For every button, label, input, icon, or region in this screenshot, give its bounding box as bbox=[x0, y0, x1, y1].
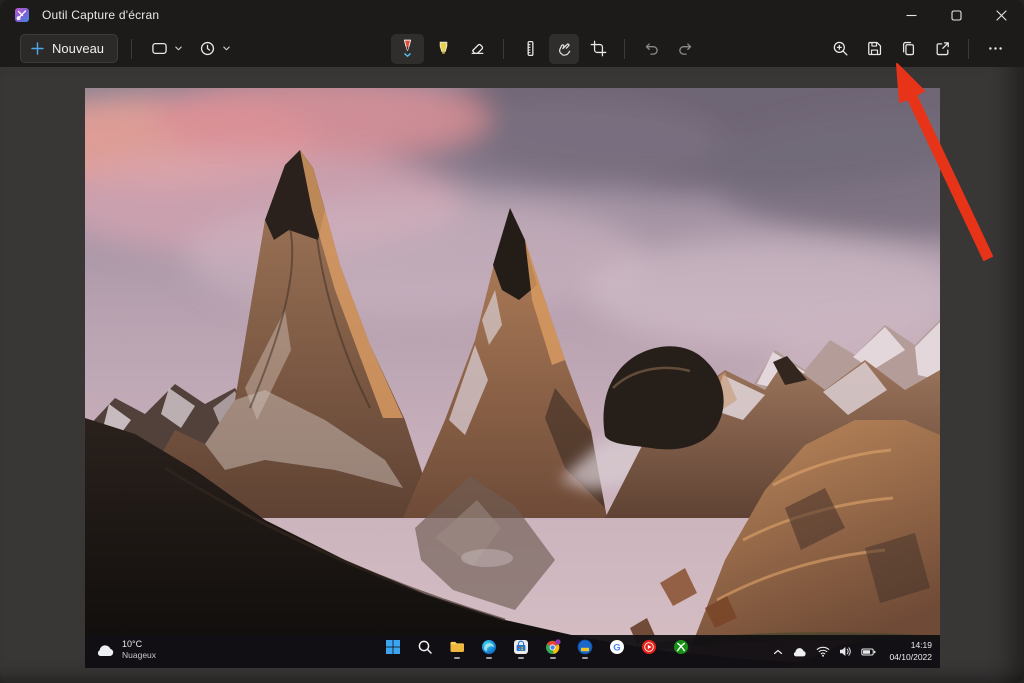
redo-icon bbox=[677, 40, 694, 57]
mountain-landscape-image bbox=[85, 88, 940, 668]
eraser-button[interactable] bbox=[462, 34, 492, 64]
highlighter-button[interactable] bbox=[428, 34, 458, 64]
tray-time: 14:19 bbox=[889, 640, 932, 651]
magnifier-plus-icon bbox=[832, 40, 849, 57]
canvas-area: 10°C Nuageux bbox=[0, 67, 1024, 683]
separator bbox=[131, 39, 132, 59]
weather-condition: Nuageux bbox=[122, 650, 156, 661]
undo-button[interactable] bbox=[636, 34, 666, 64]
clock-icon bbox=[199, 40, 216, 57]
wifi-icon bbox=[816, 646, 830, 657]
volume-icon bbox=[839, 646, 852, 657]
chevron-down-icon bbox=[174, 44, 183, 53]
highlighter-icon bbox=[435, 40, 452, 57]
ruler-button[interactable] bbox=[515, 34, 545, 64]
youtube-music-icon bbox=[640, 639, 657, 659]
ellipsis-icon bbox=[987, 40, 1004, 57]
save-icon bbox=[866, 40, 883, 57]
ruler-icon bbox=[522, 40, 539, 57]
copy-icon bbox=[900, 40, 917, 57]
chevron-down-icon bbox=[222, 44, 231, 53]
touch-writing-icon bbox=[556, 40, 573, 57]
separator bbox=[503, 39, 504, 59]
system-tray: 14:19 04/10/2022 bbox=[773, 635, 932, 668]
minimize-button[interactable] bbox=[889, 0, 934, 30]
onedrive-cloud-icon bbox=[792, 647, 807, 657]
weather-temperature: 10°C bbox=[122, 639, 156, 650]
new-snip-button[interactable]: Nouveau bbox=[20, 34, 118, 63]
copy-button[interactable] bbox=[893, 34, 923, 64]
separator bbox=[624, 39, 625, 59]
tray-clock: 14:19 04/10/2022 bbox=[889, 640, 932, 662]
ballpoint-pen-icon bbox=[399, 38, 416, 59]
taskbar-app-icons: G bbox=[384, 639, 689, 659]
eraser-icon bbox=[469, 40, 486, 57]
windows-start-icon bbox=[384, 639, 401, 659]
search-icon bbox=[416, 639, 433, 659]
touch-writing-button[interactable] bbox=[549, 34, 579, 64]
share-icon bbox=[934, 40, 951, 57]
more-options-button[interactable] bbox=[980, 34, 1010, 64]
microsoft-store-icon bbox=[512, 639, 529, 659]
captured-screenshot[interactable]: 10°C Nuageux bbox=[85, 88, 940, 668]
new-snip-label: Nouveau bbox=[52, 41, 104, 56]
undo-icon bbox=[643, 40, 660, 57]
maximize-button[interactable] bbox=[934, 0, 979, 30]
google-icon: G bbox=[608, 639, 625, 659]
toolbar: Nouveau bbox=[0, 30, 1024, 67]
window-title: Outil Capture d'écran bbox=[42, 8, 159, 22]
separator bbox=[968, 39, 969, 59]
cloud-weather-icon bbox=[95, 643, 115, 657]
crop-icon bbox=[590, 40, 607, 57]
edge-icon bbox=[480, 639, 497, 659]
zoom-button[interactable] bbox=[825, 34, 855, 64]
ballpoint-pen-button[interactable] bbox=[391, 34, 424, 64]
plus-icon bbox=[31, 42, 44, 55]
snipping-tool-window: Outil Capture d'écran Nouveau bbox=[0, 0, 1024, 683]
redo-button[interactable] bbox=[670, 34, 700, 64]
wallpaper-taskbar: 10°C Nuageux bbox=[85, 635, 940, 668]
delay-dropdown[interactable] bbox=[193, 34, 237, 64]
xbox-icon bbox=[672, 639, 689, 659]
svg-text:G: G bbox=[613, 642, 620, 653]
chrome-icon bbox=[544, 639, 561, 659]
title-bar: Outil Capture d'écran bbox=[0, 0, 1024, 30]
rectangle-snip-icon bbox=[151, 40, 168, 57]
blue-app-icon bbox=[576, 639, 593, 659]
share-button[interactable] bbox=[927, 34, 957, 64]
crop-button[interactable] bbox=[583, 34, 613, 64]
close-button[interactable] bbox=[979, 0, 1024, 30]
chevron-up-icon bbox=[773, 648, 783, 656]
battery-icon bbox=[861, 647, 876, 657]
tray-date: 04/10/2022 bbox=[889, 652, 932, 663]
weather-widget: 10°C Nuageux bbox=[95, 639, 156, 661]
snipping-tool-app-icon bbox=[14, 7, 30, 23]
file-explorer-icon bbox=[448, 639, 465, 659]
snip-mode-dropdown[interactable] bbox=[145, 34, 189, 64]
save-button[interactable] bbox=[859, 34, 889, 64]
